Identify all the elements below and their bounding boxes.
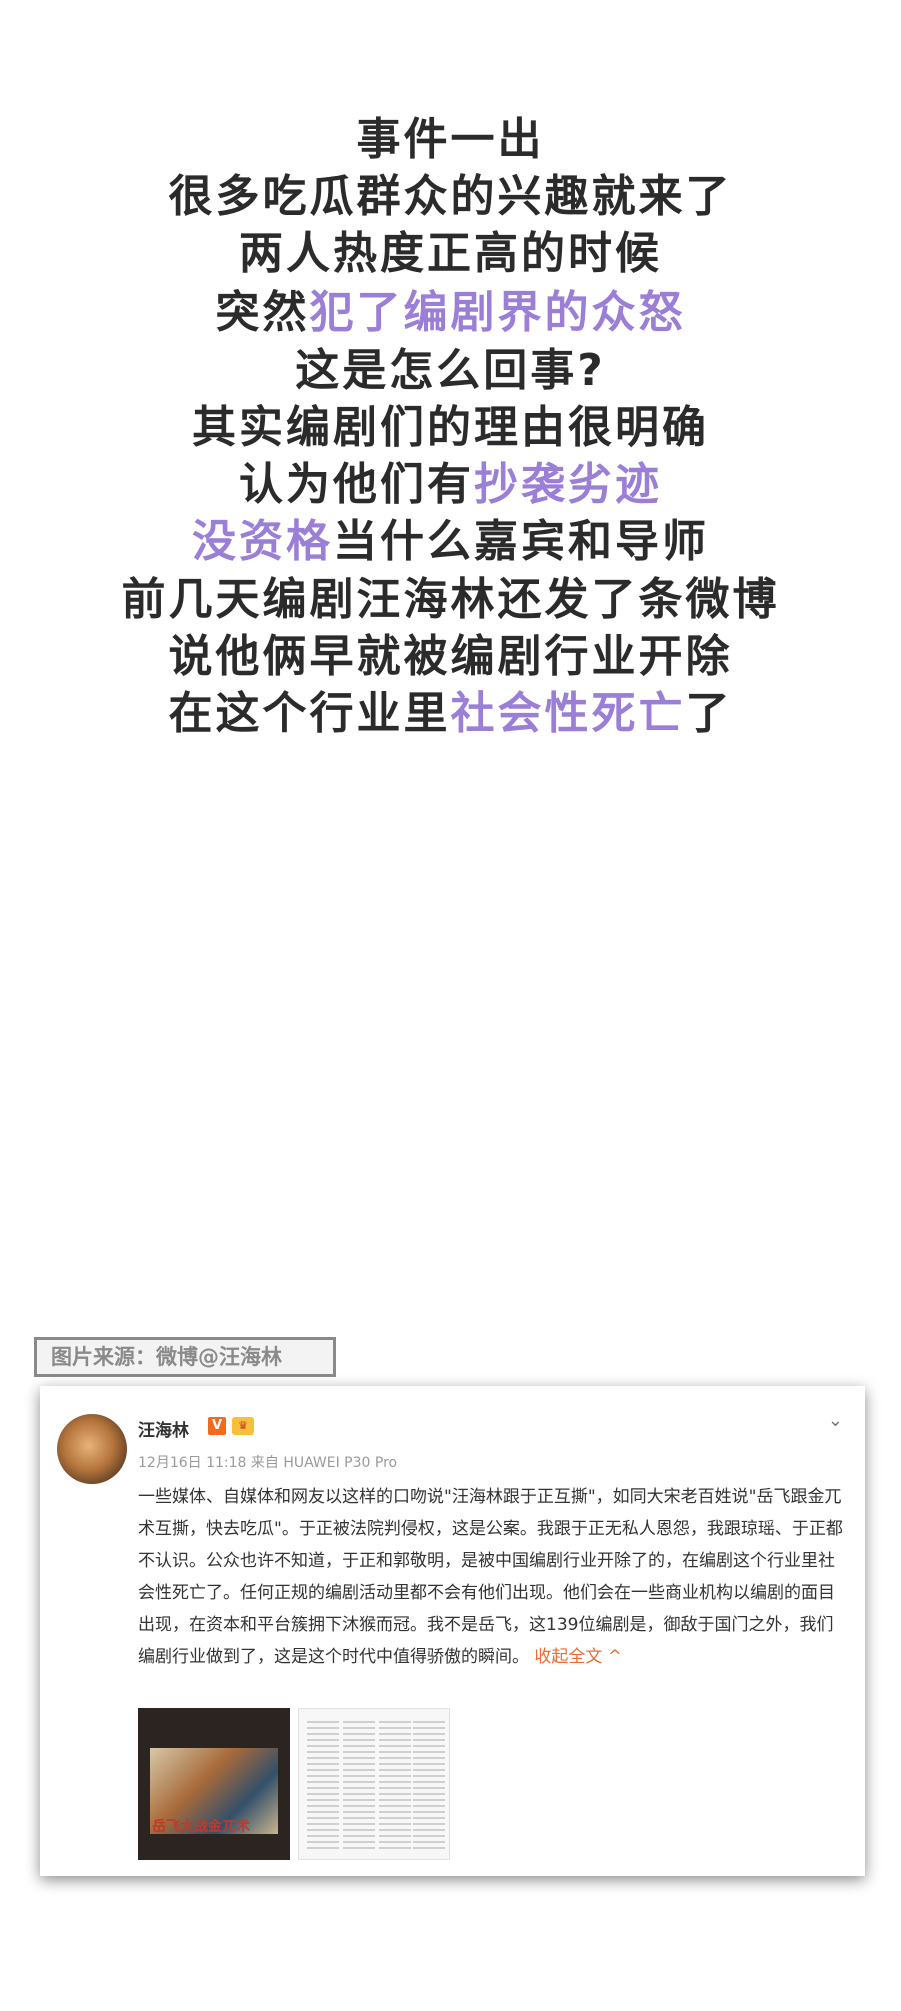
line-text: 认为他们有: [239, 459, 474, 510]
highlighted-text: 社会性死亡: [450, 688, 686, 739]
line-text: 这是怎么回事?: [295, 345, 606, 396]
list-column: [343, 1717, 375, 1853]
list-column: [379, 1717, 411, 1853]
painting-caption: 岳飞大战金兀术: [152, 1819, 250, 1835]
post-text: 一些媒体、自媒体和网友以这样的口吻说"汪海林跟于正互撕"，如同大宋老百姓说"岳飞…: [138, 1487, 843, 1667]
verified-badge-icon: V: [208, 1417, 226, 1435]
text-line: 很多吃瓜群众的兴趣就来了: [0, 167, 901, 227]
avatar[interactable]: [57, 1414, 127, 1484]
post-image-name-list[interactable]: [298, 1708, 450, 1860]
chevron-down-icon[interactable]: ⌄: [828, 1410, 843, 1431]
line-text: 了: [685, 688, 733, 739]
post-image-painting[interactable]: 岳飞大战金兀术: [138, 1708, 290, 1860]
text-line: 这是怎么回事?: [0, 341, 901, 401]
list-column: [307, 1717, 339, 1853]
highlighted-text: 犯了编剧界的众怒: [309, 287, 686, 338]
line-text: 很多吃瓜群众的兴趣就来了: [168, 171, 733, 222]
line-text: 突然: [215, 287, 310, 338]
username[interactable]: 汪海林: [138, 1416, 189, 1441]
text-line: 突然犯了编剧界的众怒: [0, 283, 901, 343]
line-text: 前几天编剧汪海林还发了条微博: [121, 574, 780, 625]
weibo-post-card: 汪海林 V ♛ 12月16日 11:18 来自 HUAWEI P30 Pro ⌄…: [40, 1386, 865, 1876]
highlighted-text: 没资格: [192, 516, 333, 567]
line-text: 说他俩早就被编剧行业开除: [168, 631, 733, 682]
list-column: [413, 1717, 445, 1853]
line-text: 其实编剧们的理由很明确: [192, 402, 709, 453]
text-line: 其实编剧们的理由很明确: [0, 398, 901, 458]
highlighted-text: 抄袭劣迹: [474, 459, 662, 510]
text-line: 前几天编剧汪海林还发了条微博: [0, 570, 901, 630]
post-body: 一些媒体、自媒体和网友以这样的口吻说"汪海林跟于正互撕"，如同大宋老百姓说"岳飞…: [138, 1481, 843, 1673]
post-meta: 12月16日 11:18 来自 HUAWEI P30 Pro: [138, 1455, 398, 1471]
text-line: 在这个行业里社会性死亡了: [0, 684, 901, 744]
text-line: 说他俩早就被编剧行业开除: [0, 627, 901, 687]
line-text: 当什么嘉宾和导师: [333, 516, 709, 567]
text-line: 认为他们有抄袭劣迹: [0, 455, 901, 515]
line-text: 两人热度正高的时候: [239, 228, 662, 279]
text-line: 两人热度正高的时候: [0, 224, 901, 284]
line-text: 在这个行业里: [168, 688, 451, 739]
crown-badge-icon: ♛: [232, 1417, 254, 1435]
text-line: 事件一出: [0, 110, 901, 170]
line-text: 事件一出: [356, 114, 545, 165]
image-source-label: 图片来源：微博@汪海林: [34, 1337, 336, 1377]
text-line: 没资格当什么嘉宾和导师: [0, 512, 901, 572]
collapse-full-text-link[interactable]: 收起全文 ^: [534, 1647, 622, 1667]
